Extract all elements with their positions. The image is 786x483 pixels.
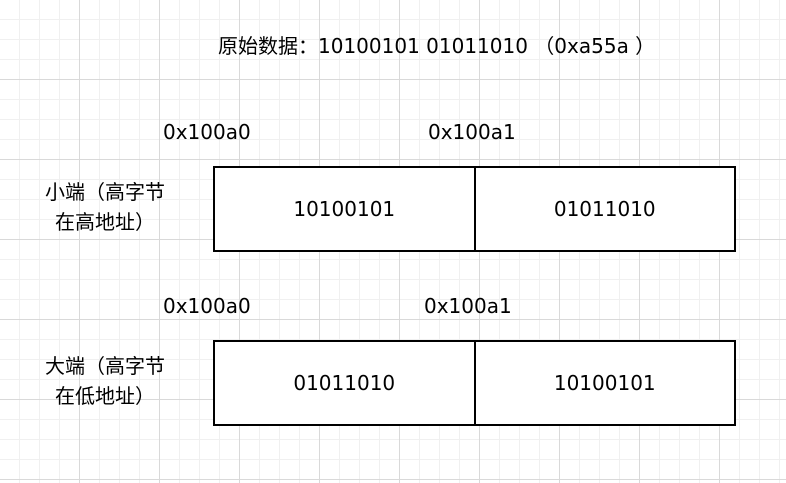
big-endian-label-line2: 在低地址） bbox=[55, 384, 155, 408]
little-endian-address-0: 0x100a0 bbox=[163, 120, 251, 144]
raw-data-title: 原始数据：10100101 01011010 （0xa55a ） bbox=[218, 34, 656, 58]
little-endian-byte-1: 01011010 bbox=[473, 168, 735, 250]
big-endian-byte-1: 10100101 bbox=[473, 342, 735, 424]
big-endian-memory-row: 01011010 10100101 bbox=[213, 340, 736, 426]
big-endian-label: 大端（高字节 在低地址） bbox=[20, 351, 190, 411]
big-endian-byte-0: 01011010 bbox=[293, 371, 396, 395]
little-endian-byte-0: 10100101 bbox=[293, 197, 396, 221]
big-endian-label-line1: 大端（高字节 bbox=[45, 354, 165, 378]
little-endian-memory-row: 10100101 01011010 bbox=[213, 166, 736, 252]
little-endian-label: 小端（高字节 在高地址） bbox=[20, 177, 190, 237]
big-endian-address-0: 0x100a0 bbox=[163, 294, 251, 318]
little-endian-address-1: 0x100a1 bbox=[428, 120, 516, 144]
big-endian-address-1: 0x100a1 bbox=[424, 294, 512, 318]
little-endian-label-line2: 在高地址） bbox=[55, 210, 155, 234]
little-endian-label-line1: 小端（高字节 bbox=[45, 180, 165, 204]
